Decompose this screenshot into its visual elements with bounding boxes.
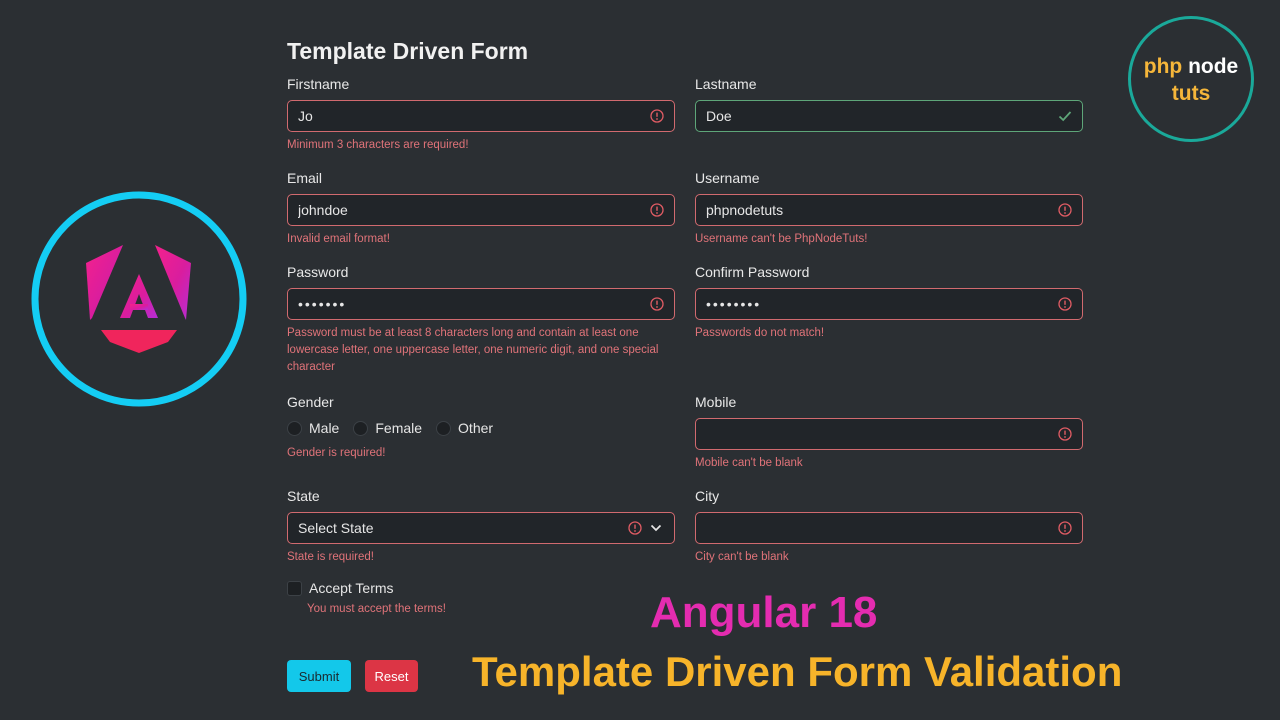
mobile-input[interactable]: [696, 419, 1082, 449]
username-input[interactable]: [696, 195, 1082, 225]
password-input[interactable]: [288, 289, 674, 319]
username-group: Username Username can't be PhpNodeTuts!: [695, 169, 1083, 248]
password-error: Password must be at least 8 characters l…: [287, 327, 659, 373]
brand-badge-text: php node tuts: [1131, 53, 1251, 107]
city-error: City can't be blank: [695, 551, 789, 563]
exclamation-circle-icon: [1058, 203, 1072, 217]
page: Template Driven Form Firstname Minimum 3…: [0, 0, 1280, 720]
accept-terms-row[interactable]: Accept Terms: [287, 580, 394, 596]
radio-female[interactable]: [353, 420, 369, 436]
gender-option-other[interactable]: Other: [436, 420, 493, 436]
gender-error: Gender is required!: [287, 447, 386, 459]
lastname-wrap: [695, 100, 1083, 132]
state-wrap: Select State: [287, 512, 675, 544]
radio-male[interactable]: [287, 420, 302, 436]
state-label: State: [287, 488, 320, 504]
email-input[interactable]: [288, 195, 674, 225]
gender-option-label: Female: [375, 420, 423, 436]
lastname-group: Lastname: [695, 75, 1083, 132]
firstname-wrap: [287, 100, 675, 132]
mobile-error: Mobile can't be blank: [695, 457, 803, 469]
accept-terms-checkbox[interactable]: [287, 580, 302, 596]
exclamation-circle-icon: [650, 109, 664, 123]
exclamation-circle-icon: [628, 521, 642, 535]
city-label: City: [695, 488, 720, 504]
lastname-label: Lastname: [695, 76, 757, 92]
submit-button[interactable]: Submit: [287, 660, 351, 692]
city-group: City City can't be blank: [695, 487, 1083, 566]
promo-subtitle: Template Driven Form Validation: [472, 648, 1123, 695]
username-label: Username: [695, 170, 760, 186]
state-group: State Select State State is required!: [287, 487, 675, 566]
page-title: Template Driven Form: [287, 38, 529, 64]
confirm-password-wrap: [695, 288, 1083, 320]
mobile-group: Mobile Mobile can't be blank: [695, 393, 1083, 472]
accept-terms-label: Accept Terms: [309, 580, 394, 596]
exclamation-circle-icon: [1058, 521, 1072, 535]
city-input[interactable]: [696, 513, 1082, 543]
chevron-down-icon[interactable]: [650, 523, 662, 533]
email-wrap: [287, 194, 675, 226]
reset-button[interactable]: Reset: [365, 660, 418, 692]
gender-radio-group: Male Female Other: [287, 419, 675, 437]
gender-group: Gender Male Female Other Gender is requi…: [287, 393, 675, 462]
state-error: State is required!: [287, 551, 374, 563]
angular-logo-icon: [31, 191, 247, 407]
gender-option-female[interactable]: Female: [353, 420, 422, 436]
gender-option-male[interactable]: Male: [287, 420, 339, 436]
password-label: Password: [287, 264, 349, 280]
mobile-label: Mobile: [695, 394, 737, 410]
firstname-input[interactable]: [288, 101, 674, 131]
firstname-label: Firstname: [287, 76, 350, 92]
promo-title: Angular 18: [650, 588, 878, 637]
exclamation-circle-icon: [1058, 297, 1072, 311]
city-wrap: [695, 512, 1083, 544]
username-wrap: [695, 194, 1083, 226]
terms-error: You must accept the terms!: [307, 603, 446, 615]
password-group: Password Password must be at least 8 cha…: [287, 263, 675, 376]
exclamation-circle-icon: [1058, 427, 1072, 441]
radio-other[interactable]: [436, 420, 452, 436]
badge-tuts: tuts: [1171, 82, 1211, 105]
confirm-password-group: Confirm Password Passwords do not match!: [695, 263, 1083, 342]
lastname-input[interactable]: [696, 101, 1082, 131]
gender-label: Gender: [287, 394, 334, 410]
badge-node: node: [1188, 55, 1239, 78]
mobile-wrap: [695, 418, 1083, 450]
confirm-password-error: Passwords do not match!: [695, 327, 825, 339]
email-label: Email: [287, 170, 323, 186]
check-icon: [1058, 111, 1072, 122]
exclamation-circle-icon: [650, 297, 664, 311]
email-group: Email Invalid email format!: [287, 169, 675, 248]
email-error: Invalid email format!: [287, 233, 390, 245]
badge-php: php: [1143, 55, 1183, 78]
exclamation-circle-icon: [650, 203, 664, 217]
confirm-password-input[interactable]: [696, 289, 1082, 319]
gender-option-label: Male: [309, 420, 340, 436]
password-wrap: [287, 288, 675, 320]
gender-option-label: Other: [458, 420, 494, 436]
firstname-group: Firstname Minimum 3 characters are requi…: [287, 75, 675, 154]
state-select[interactable]: Select State: [288, 513, 674, 543]
brand-badge: php node tuts: [1128, 16, 1254, 142]
username-error: Username can't be PhpNodeTuts!: [695, 233, 868, 245]
confirm-password-label: Confirm Password: [695, 264, 810, 280]
firstname-error: Minimum 3 characters are required!: [287, 139, 469, 151]
